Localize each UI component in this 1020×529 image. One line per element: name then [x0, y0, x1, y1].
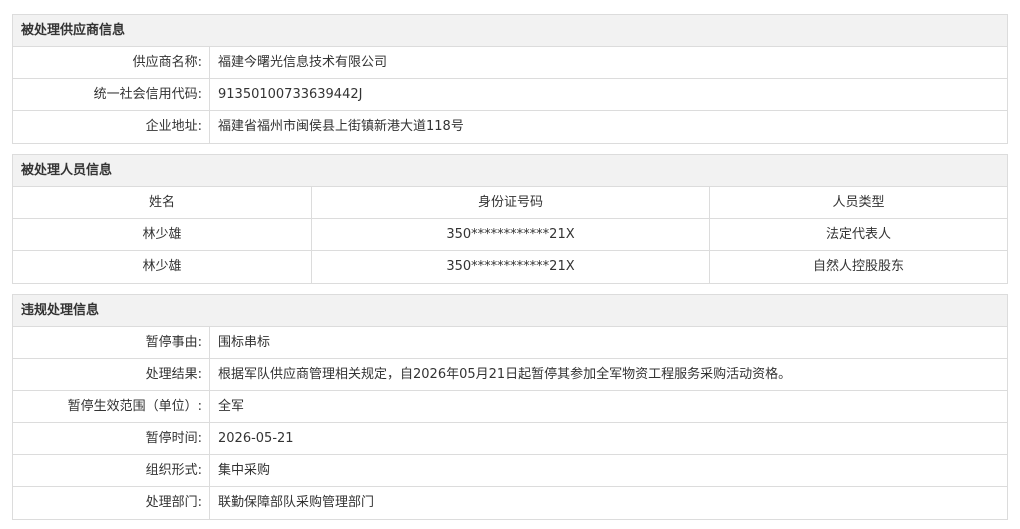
- organization-form-label: 组织形式:: [13, 455, 210, 486]
- person-id-number: 350************21X: [312, 219, 710, 250]
- credit-code-row: 统一社会信用代码: 91350100733639442J: [13, 79, 1007, 111]
- handling-department-row: 处理部门: 联勤保障部队采购管理部门: [13, 487, 1007, 519]
- credit-code-value: 91350100733639442J: [218, 87, 363, 102]
- supplier-info-title: 被处理供应商信息: [13, 15, 1007, 47]
- supplier-name-value: 福建今曙光信息技术有限公司: [218, 55, 388, 70]
- handling-result-label: 处理结果:: [13, 359, 210, 390]
- credit-code-label: 统一社会信用代码:: [13, 79, 210, 110]
- header-id-number: 身份证号码: [312, 187, 710, 218]
- company-address-label: 企业地址:: [13, 111, 210, 143]
- violation-info-section: 违规处理信息 暂停事由: 围标串标 处理结果: 根据军队供应商管理相关规定，自2…: [12, 294, 1008, 520]
- supplier-name-label: 供应商名称:: [13, 47, 210, 78]
- person-name: 林少雄: [13, 219, 312, 250]
- suspension-reason-label: 暂停事由:: [13, 327, 210, 358]
- personnel-info-title: 被处理人员信息: [13, 155, 1007, 187]
- person-id-number: 350************21X: [312, 251, 710, 283]
- person-type: 法定代表人: [825, 227, 891, 242]
- suspension-date-label: 暂停时间:: [13, 423, 210, 454]
- table-row: 林少雄 350************21X 自然人控股股东: [13, 251, 1007, 283]
- personnel-table-header: 姓名 身份证号码 人员类型: [13, 187, 1007, 219]
- organization-form-value: 集中采购: [218, 463, 271, 478]
- suspension-scope-label: 暂停生效范围（单位）:: [13, 391, 210, 422]
- suspension-scope-row: 暂停生效范围（单位）: 全军: [13, 391, 1007, 423]
- handling-result-row: 处理结果: 根据军队供应商管理相关规定，自2026年05月21日起暂停其参加全军…: [13, 359, 1007, 391]
- header-person-type: 人员类型: [710, 187, 1007, 218]
- supplier-info-section: 被处理供应商信息 供应商名称: 福建今曙光信息技术有限公司 统一社会信用代码: …: [12, 14, 1008, 144]
- person-type: 自然人控股股东: [812, 259, 904, 274]
- handling-department-label: 处理部门:: [13, 487, 210, 519]
- suspension-date-value: 2026-05-21: [218, 431, 294, 446]
- suspension-date-row: 暂停时间: 2026-05-21: [13, 423, 1007, 455]
- suspension-scope-value: 全军: [218, 399, 245, 414]
- supplier-name-row: 供应商名称: 福建今曙光信息技术有限公司: [13, 47, 1007, 79]
- personnel-info-section: 被处理人员信息 姓名 身份证号码 人员类型 林少雄 350***********…: [12, 154, 1008, 284]
- table-row: 林少雄 350************21X 法定代表人: [13, 219, 1007, 251]
- organization-form-row: 组织形式: 集中采购: [13, 455, 1007, 487]
- violation-info-title: 违规处理信息: [13, 295, 1007, 327]
- header-name: 姓名: [13, 187, 312, 218]
- suspension-reason-value: 围标串标: [218, 335, 271, 350]
- handling-department-value: 联勤保障部队采购管理部门: [218, 495, 375, 510]
- person-name: 林少雄: [13, 251, 312, 283]
- company-address-value: 福建省福州市闽侯县上街镇新港大道118号: [218, 119, 464, 134]
- handling-result-value: 根据军队供应商管理相关规定，自2026年05月21日起暂停其参加全军物资工程服务…: [218, 367, 792, 382]
- suspension-reason-row: 暂停事由: 围标串标: [13, 327, 1007, 359]
- company-address-row: 企业地址: 福建省福州市闽侯县上街镇新港大道118号: [13, 111, 1007, 143]
